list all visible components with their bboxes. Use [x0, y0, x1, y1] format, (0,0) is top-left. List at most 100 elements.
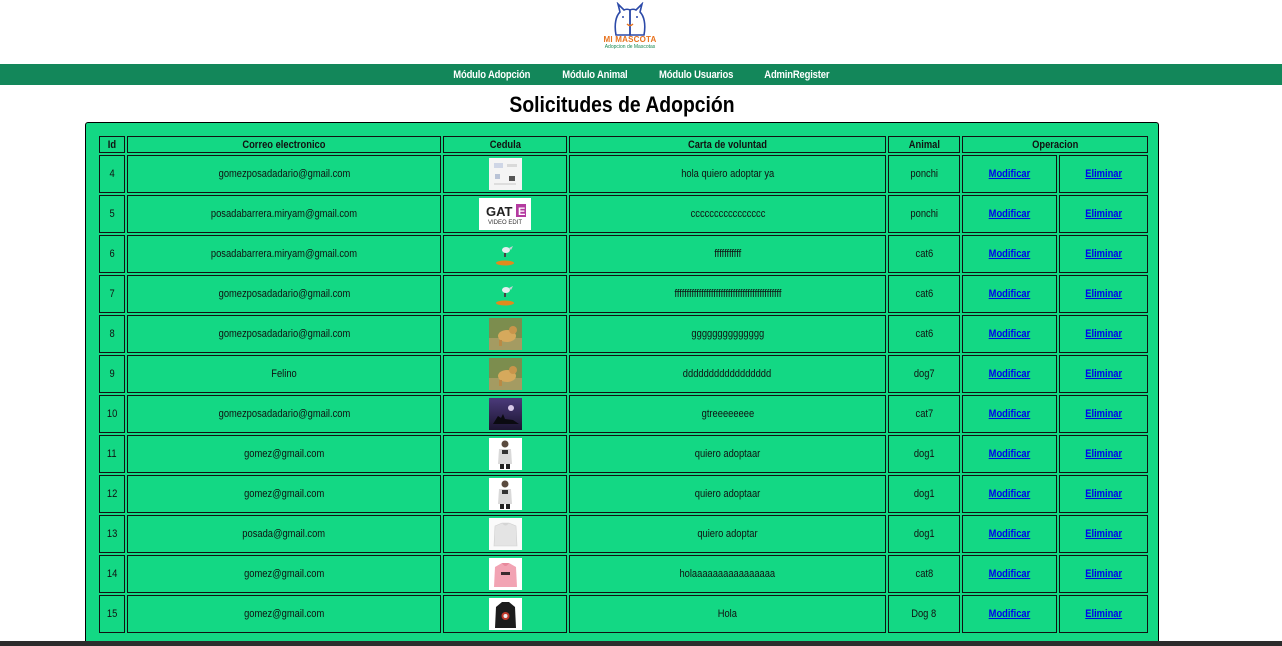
cell-cedula — [443, 395, 567, 433]
cell-animal: dog7 — [888, 355, 960, 393]
table-row: 9 Felino ddddddddddddddddd dog7 Modificar Eli… — [99, 355, 1148, 393]
cell-email: gomezposadadario@gmail.com — [127, 395, 441, 433]
cell-delete: Eliminar — [1059, 235, 1148, 273]
cell-modify: Modificar — [962, 555, 1058, 593]
cell-id: 14 — [99, 555, 125, 593]
col-letter-header: Carta de voluntad — [569, 136, 886, 153]
modify-link[interactable]: Modificar — [989, 248, 1031, 260]
cell-animal: dog1 — [888, 475, 960, 513]
page-title: Solicitudes de Adopción — [509, 92, 735, 117]
nav-modulo-usuarios[interactable]: Módulo Usuarios — [659, 69, 733, 81]
cell-cedula — [443, 315, 567, 353]
modify-link[interactable]: Modificar — [989, 488, 1031, 500]
cell-email: gomez@gmail.com — [127, 555, 441, 593]
cell-animal: cat8 — [888, 555, 960, 593]
cell-id: 8 — [99, 315, 125, 353]
modify-link[interactable]: Modificar — [989, 528, 1031, 540]
delete-link[interactable]: Eliminar — [1085, 528, 1122, 540]
delete-link[interactable]: Eliminar — [1085, 608, 1122, 620]
hoodie-person-thumb — [488, 438, 522, 470]
cell-delete: Eliminar — [1059, 435, 1148, 473]
cell-email: gomezposadadario@gmail.com — [127, 155, 441, 193]
cell-delete: Eliminar — [1059, 475, 1148, 513]
delete-link[interactable]: Eliminar — [1085, 288, 1122, 300]
table-row: 13 posada@gmail.com quiero adoptar dog1 Modi… — [99, 515, 1148, 553]
delete-link[interactable]: Eliminar — [1085, 488, 1122, 500]
delete-link[interactable]: Eliminar — [1085, 208, 1122, 220]
white-hoodie-thumb — [488, 518, 522, 550]
gate-logo-thumb: GAT E VIDEO EDIT — [479, 198, 531, 230]
table-row: 10 gomezposadadario@gmail.com gtreeeeeeee c… — [99, 395, 1148, 433]
delete-link[interactable]: Eliminar — [1085, 328, 1122, 340]
pink-hoodie-thumb — [488, 558, 522, 590]
cell-letter: quiero adoptaar — [569, 435, 886, 473]
col-cedula-header: Cedula — [443, 136, 567, 153]
delete-link[interactable]: Eliminar — [1085, 448, 1122, 460]
cell-modify: Modificar — [962, 515, 1058, 553]
cell-modify: Modificar — [962, 195, 1058, 233]
cell-delete: Eliminar — [1059, 355, 1148, 393]
cell-email: Felino — [127, 355, 441, 393]
cell-email: posada@gmail.com — [127, 515, 441, 553]
delete-link[interactable]: Eliminar — [1085, 248, 1122, 260]
delete-link[interactable]: Eliminar — [1085, 168, 1122, 180]
cell-id: 4 — [99, 155, 125, 193]
cell-id: 9 — [99, 355, 125, 393]
table-row: 7 gomezposadadario@gmail.com fffffffffffff… — [99, 275, 1148, 313]
cell-modify: Modificar — [962, 355, 1058, 393]
cell-id: 15 — [99, 595, 125, 633]
cell-id: 6 — [99, 235, 125, 273]
nav-modulo-adopcion[interactable]: Módulo Adopción — [454, 69, 531, 81]
delete-link[interactable]: Eliminar — [1085, 568, 1122, 580]
modify-link[interactable]: Modificar — [989, 608, 1031, 620]
modify-link[interactable]: Modificar — [989, 368, 1031, 380]
modify-link[interactable]: Modificar — [989, 568, 1031, 580]
modify-link[interactable]: Modificar — [989, 288, 1031, 300]
cell-email: gomez@gmail.com — [127, 475, 441, 513]
site-logo[interactable]: MI MASCOTA Adopcion de Mascotas — [590, 0, 670, 56]
table-header-row: Id Correo electronico Cedula Carta de vo… — [99, 136, 1148, 153]
cell-cedula — [443, 275, 567, 313]
cell-letter: gtreeeeeeee — [569, 395, 886, 433]
requests-table-container: Id Correo electronico Cedula Carta de vo… — [85, 122, 1159, 646]
cell-modify: Modificar — [962, 315, 1058, 353]
cell-letter: gggggggggggggg — [569, 315, 886, 353]
cell-id: 12 — [99, 475, 125, 513]
modify-link[interactable]: Modificar — [989, 448, 1031, 460]
table-row: 8 gomezposadadario@gmail.com ggggggggggggg… — [99, 315, 1148, 353]
table-row: 5 posadabarrera.miryam@gmail.com GAT E VIDEO… — [99, 195, 1148, 233]
cell-cedula — [443, 555, 567, 593]
cat-dog-logo-icon — [614, 2, 646, 36]
dog-photo-thumb — [488, 358, 522, 390]
cell-email: gomezposadadario@gmail.com — [127, 275, 441, 313]
adoption-requests-table: Id Correo electronico Cedula Carta de vo… — [97, 134, 1150, 635]
modify-link[interactable]: Modificar — [989, 168, 1031, 180]
col-operation-header: Operacion — [962, 136, 1148, 153]
modify-link[interactable]: Modificar — [989, 408, 1031, 420]
cell-letter: ffffffffffffffffffffffffffffffffffffffff… — [569, 275, 886, 313]
cell-cedula — [443, 155, 567, 193]
nav-modulo-animal[interactable]: Módulo Animal — [562, 69, 627, 81]
modify-link[interactable]: Modificar — [989, 328, 1031, 340]
cell-delete: Eliminar — [1059, 555, 1148, 593]
modify-link[interactable]: Modificar — [989, 208, 1031, 220]
table-row: 15 gomez@gmail.com Hola Dog 8 Modificar Elimi… — [99, 595, 1148, 633]
cell-email: gomez@gmail.com — [127, 435, 441, 473]
cell-animal: dog1 — [888, 515, 960, 553]
cell-cedula — [443, 435, 567, 473]
document-thumb — [488, 158, 522, 190]
nav-admin-register[interactable]: AdminRegister — [764, 69, 829, 81]
delete-link[interactable]: Eliminar — [1085, 408, 1122, 420]
black-hoodie-thumb — [488, 598, 522, 630]
table-row: 14 gomez@gmail.com holaaaaaaaaaaaaaaaa cat8… — [99, 555, 1148, 593]
cell-cedula — [443, 355, 567, 393]
cell-cedula — [443, 475, 567, 513]
hoodie-person-thumb — [488, 478, 522, 510]
cell-delete: Eliminar — [1059, 195, 1148, 233]
delete-link[interactable]: Eliminar — [1085, 368, 1122, 380]
cell-modify: Modificar — [962, 275, 1058, 313]
cell-id: 13 — [99, 515, 125, 553]
table-row: 11 gomez@gmail.com quiero adoptaar dog1 Modi… — [99, 435, 1148, 473]
cell-cedula — [443, 235, 567, 273]
cell-id: 7 — [99, 275, 125, 313]
